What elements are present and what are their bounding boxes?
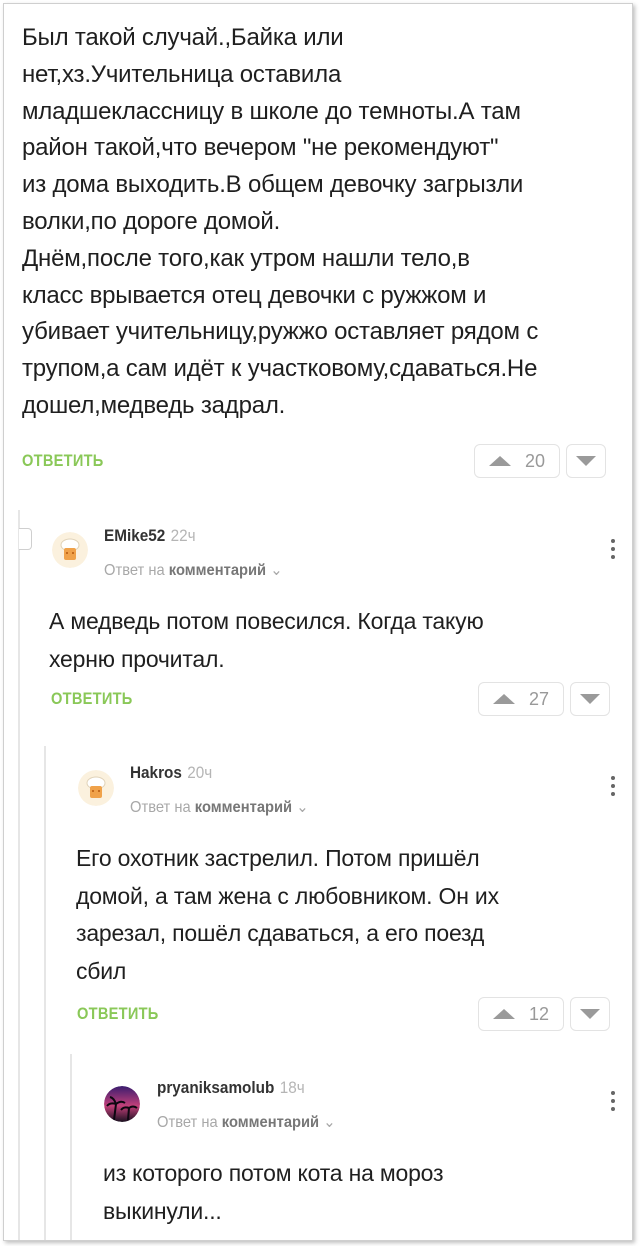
rating-value: 20 <box>524 450 546 471</box>
arrow-down-icon <box>580 1009 600 1019</box>
post-line: младшеклассницу в школе до темноты.А там <box>22 97 521 125</box>
comment-line: херню прочитал. <box>49 645 225 672</box>
comment-line: домой, а там жена с любовником. Он их <box>76 882 499 909</box>
comment-time: 20ч <box>187 763 213 782</box>
post-line: Был такой случай.,Байка или <box>22 24 344 51</box>
comment-text: А медведь потом повесился. Когда такую х… <box>49 603 484 678</box>
comment-text: Его охотник застрелил. Потом пришёл домо… <box>76 840 499 990</box>
author-name[interactable]: pryaniksamolub <box>157 1078 274 1097</box>
reply-button[interactable]: ОТВЕТИТЬ <box>22 451 104 471</box>
comment-time: 22ч <box>170 526 196 545</box>
comment-author[interactable]: EMike52 22ч <box>104 526 196 546</box>
avatar[interactable] <box>104 1086 140 1122</box>
author-name[interactable]: Hakros <box>130 763 182 782</box>
post-line: трупом,а сам идёт к участковому,сдаватьс… <box>22 355 538 383</box>
vote-controls: 27 <box>478 682 610 716</box>
arrow-up-icon <box>488 456 511 466</box>
post-line: нет,хз.Учительница оставила <box>22 60 342 88</box>
post-body: Был такой случай.,Байка или нет,хз.Учите… <box>22 20 622 425</box>
post-line: Днём,после того,как утром нашли тело,в <box>22 244 470 272</box>
arrow-up-icon <box>492 1009 515 1019</box>
vote-controls: 20 <box>474 444 606 478</box>
thread-line <box>44 746 46 1240</box>
upvote-button[interactable]: 27 <box>478 682 564 716</box>
reply-to-prefix: Ответ на <box>104 562 165 579</box>
arrow-down-icon <box>576 456 596 466</box>
more-options-icon[interactable] <box>610 776 616 796</box>
collapse-thread-button[interactable] <box>19 528 32 550</box>
comment-line: сбил <box>76 957 127 984</box>
vote-controls: 12 <box>478 997 610 1031</box>
reply-to-prefix: Ответ на <box>130 799 191 816</box>
avatar[interactable] <box>52 532 88 568</box>
downvote-button[interactable] <box>570 682 610 716</box>
reply-to-info[interactable]: Ответ на комментарий ⌄ <box>130 797 309 817</box>
post-line: дошел,медведь задрал. <box>22 391 286 419</box>
more-options-icon[interactable] <box>610 1091 616 1111</box>
downvote-button[interactable] <box>570 997 610 1031</box>
post-line: класс врывается отец девочки с ружжом и <box>22 281 487 309</box>
thread-line <box>18 510 20 1240</box>
downvote-button[interactable] <box>566 444 606 478</box>
comment-line: из которого потом кота на мороз <box>103 1160 444 1186</box>
chef-hat-icon <box>52 532 88 568</box>
comment-author[interactable]: Hakros 20ч <box>130 763 212 783</box>
comment-line: Его охотник застрелил. Потом пришёл <box>76 845 480 871</box>
reply-to-target[interactable]: комментарий <box>169 562 266 579</box>
comment-time: 18ч <box>279 1078 305 1097</box>
chef-hat-icon <box>78 770 114 806</box>
comment-line: выкинули... <box>103 1197 222 1224</box>
rating-value: 12 <box>528 1003 550 1024</box>
post-line: волки,по дороге домой. <box>22 207 281 235</box>
arrow-up-icon <box>492 694 515 704</box>
post-line: из дома выходить.В общем девочку загрызл… <box>22 171 524 199</box>
thread-line <box>70 1054 72 1240</box>
upvote-button[interactable]: 12 <box>478 997 564 1031</box>
upvote-button[interactable]: 20 <box>474 444 560 478</box>
post-line: район такой,что вечером "не рекомендуют" <box>22 134 499 162</box>
palm-sunset-icon <box>104 1086 140 1122</box>
rating-value: 27 <box>528 688 550 709</box>
arrow-down-icon <box>580 694 600 704</box>
chevron-down-icon[interactable]: ⌄ <box>323 1114 335 1131</box>
comment-line: А медведь потом повесился. Когда такую <box>49 608 484 634</box>
screenshot-frame: Был такой случай.,Байка или нет,хз.Учите… <box>3 3 633 1241</box>
chevron-down-icon[interactable]: ⌄ <box>296 799 308 816</box>
post-line: убивает учительницу,ружжо оставляет рядо… <box>22 318 539 346</box>
reply-button[interactable]: ОТВЕТИТЬ <box>51 689 133 709</box>
reply-to-info[interactable]: Ответ на комментарий ⌄ <box>157 1112 336 1132</box>
more-options-icon[interactable] <box>610 539 616 559</box>
chevron-down-icon[interactable]: ⌄ <box>270 562 282 579</box>
author-name[interactable]: EMike52 <box>104 526 165 545</box>
reply-button[interactable]: ОТВЕТИТЬ <box>77 1004 159 1024</box>
reply-to-info[interactable]: Ответ на комментарий ⌄ <box>104 560 283 580</box>
comment-text: из которого потом кота на мороз выкинули… <box>103 1155 444 1230</box>
reply-to-prefix: Ответ на <box>157 1114 218 1131</box>
reply-to-target[interactable]: комментарий <box>195 799 292 816</box>
comment-line: зарезал, пошёл сдаваться, а его поезд <box>76 920 485 946</box>
avatar[interactable] <box>78 770 114 806</box>
reply-to-target[interactable]: комментарий <box>222 1114 319 1131</box>
comment-author[interactable]: pryaniksamolub 18ч <box>157 1078 305 1098</box>
